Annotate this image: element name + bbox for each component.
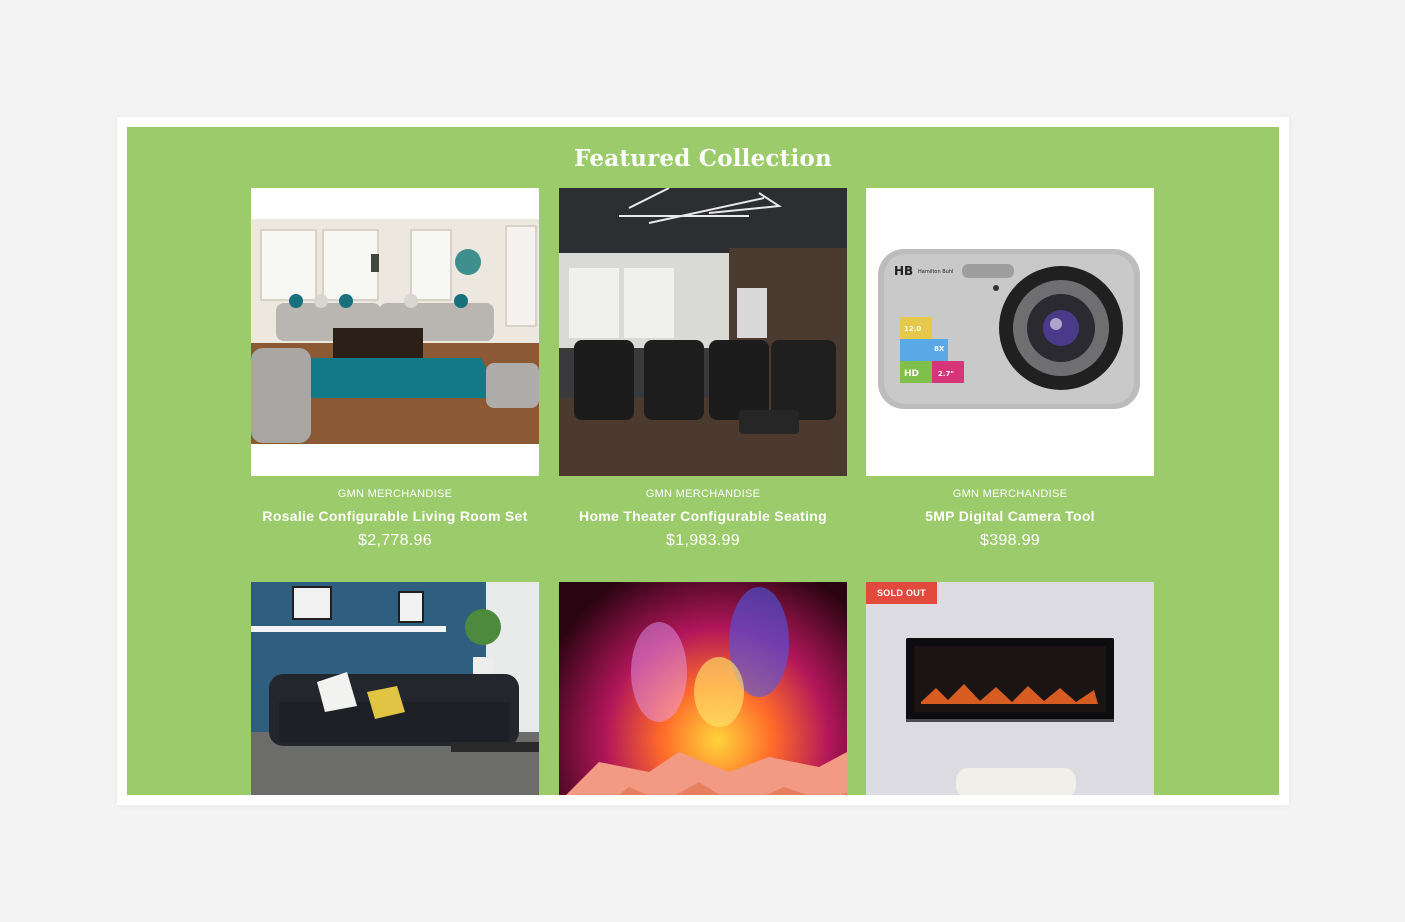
collection-frame: Featured Collection GMN MERCHANDISE Rosa… xyxy=(117,117,1289,805)
product-image-wall-fireplace[interactable]: SOLD OUT xyxy=(866,582,1154,795)
product-image-black-sofa[interactable] xyxy=(251,582,539,795)
product-vendor: GMN MERCHANDISE xyxy=(337,488,453,500)
hd-sticker-text: HD xyxy=(904,369,919,379)
featured-collection-section: Featured Collection GMN MERCHANDISE Rosa… xyxy=(127,127,1279,795)
zoom-sticker-text: 8X xyxy=(934,345,945,353)
product-image-living-room[interactable] xyxy=(251,188,539,476)
product-price: $398.99 xyxy=(980,532,1040,549)
product-vendor: GMN MERCHANDISE xyxy=(952,488,1068,500)
product-card[interactable] xyxy=(251,582,539,795)
product-card[interactable]: GMN MERCHANDISE Rosalie Configurable Liv… xyxy=(251,188,539,550)
megapixel-sticker-text: 12.0 xyxy=(904,325,921,333)
product-title[interactable]: Home Theater Configurable Seating xyxy=(559,508,847,524)
product-title[interactable]: Rosalie Configurable Living Room Set xyxy=(251,508,539,524)
lcd-sticker-text: 2.7" xyxy=(938,370,954,378)
camera-brand-text: Hamilton Buhl xyxy=(918,269,953,275)
product-price: $2,778.96 xyxy=(358,532,432,549)
section-title: Featured Collection xyxy=(574,145,832,172)
product-image-home-theater[interactable] xyxy=(559,188,847,476)
product-vendor: GMN MERCHANDISE xyxy=(645,488,761,500)
product-image-fireplace-flames[interactable] xyxy=(559,582,847,795)
product-image-digital-camera[interactable]: HB Hamilton Buhl 12.0 8X HD 2.7" xyxy=(866,188,1154,476)
product-card[interactable]: HB Hamilton Buhl 12.0 8X HD 2.7" GMN MER… xyxy=(866,188,1154,550)
product-card[interactable]: SOLD OUT xyxy=(866,582,1154,795)
product-title[interactable]: 5MP Digital Camera Tool xyxy=(866,508,1154,524)
svg-text:HB: HB xyxy=(894,264,913,278)
sold-out-badge: SOLD OUT xyxy=(866,582,937,604)
product-card[interactable]: GMN MERCHANDISE Home Theater Configurabl… xyxy=(559,188,847,550)
product-card[interactable] xyxy=(559,582,847,795)
product-price: $1,983.99 xyxy=(666,532,740,549)
